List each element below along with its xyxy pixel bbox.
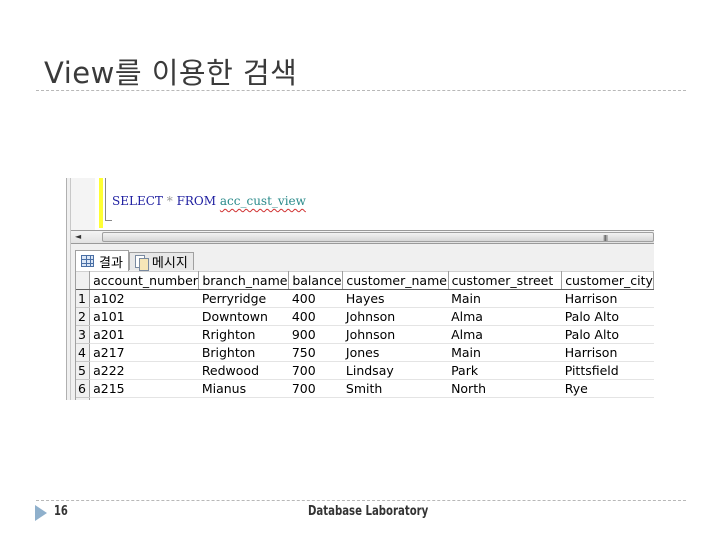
cell-balance[interactable]: 400 [288,289,343,308]
column-header-customer-name[interactable]: customer_name [342,271,449,290]
table-row[interactable]: 1 a102 Perryridge 400 Hayes Main Harrison [76,289,654,308]
row-number[interactable]: 6 [76,379,91,398]
table-header-row: account_number branch_name balance custo… [76,271,654,290]
cell-customer-street[interactable]: Alma [448,325,562,344]
query-window: SELECT * FROM acc_cust_view ◄ III 결과 메시지 [66,178,654,400]
results-grid[interactable]: account_number branch_name balance custo… [75,271,654,400]
results-tabs: 결과 메시지 [75,250,194,271]
table-row[interactable]: 6 a215 Mianus 700 Smith North Rye [76,379,654,398]
cell-customer-name[interactable]: Jones [342,343,449,362]
table-body: 1 a102 Perryridge 400 Hayes Main Harrison 2 a101… [76,289,654,400]
cell-customer-city[interactable]: Palo Alto [561,325,654,344]
outline-fold-line [105,178,112,221]
cell-customer-name[interactable]: Johnson [342,325,449,344]
footer-divider [36,500,686,501]
cell-balance[interactable]: 750 [288,343,343,362]
tab-results-label: 결과 [99,255,123,271]
table-row[interactable]: 7a305Round Hill350TurnerPutnamStamford [76,397,654,400]
tab-results[interactable]: 결과 [75,250,129,271]
cell-branch-name[interactable]: Redwood [198,361,289,380]
slide-title: View를 이용한 검색 [44,56,298,90]
sql-keyword-from: FROM [176,194,217,208]
footer-triangle-icon [35,505,47,521]
cell-branch-name[interactable]: Round Hill [198,397,289,400]
cell-customer-street[interactable]: North [448,379,562,398]
cell-balance[interactable]: 700 [288,361,343,380]
cell-customer-city[interactable]: Pittsfield [561,361,654,380]
change-marker [99,178,103,228]
cell-customer-city[interactable]: Harrison [561,289,654,308]
cell-customer-name[interactable]: Turner [342,397,449,400]
cell-customer-street[interactable]: Main [448,343,562,362]
cell-branch-name[interactable]: Rrighton [198,325,289,344]
title-divider [36,90,686,91]
table-row[interactable]: 3 a201 Rrighton 900 Johnson Alma Palo Alto [76,325,654,344]
row-number[interactable]: 1 [76,289,91,308]
cell-customer-street[interactable]: Park [448,361,562,380]
cell-branch-name[interactable]: Brighton [198,343,289,362]
cell-customer-street[interactable]: Putnam [448,397,562,400]
row-number[interactable]: 7 [76,397,91,400]
cell-customer-name[interactable]: Hayes [342,289,449,308]
cell-account-number[interactable]: a215 [89,379,199,398]
sql-editor[interactable]: SELECT * FROM acc_cust_view [71,178,654,230]
row-number[interactable]: 3 [76,325,91,344]
cell-account-number[interactable]: a101 [89,307,199,326]
messages-icon [134,254,149,271]
page-number: 16 [54,504,68,519]
grid-icon [81,255,94,267]
tab-messages[interactable]: 메시지 [128,252,194,271]
scroll-grip-icon: III [603,234,608,243]
editor-horizontal-scrollbar[interactable]: ◄ III [71,230,654,244]
cell-customer-name[interactable]: Smith [342,379,449,398]
row-number[interactable]: 5 [76,361,91,380]
cell-account-number[interactable]: a222 [89,361,199,380]
column-header-customer-city[interactable]: customer_city [561,271,654,290]
cell-branch-name[interactable]: Perryridge [198,289,289,308]
editor-gutter [71,178,95,230]
cell-customer-street[interactable]: Alma [448,307,562,326]
column-header-balance[interactable]: balance [288,271,344,290]
cell-balance[interactable]: 700 [288,379,343,398]
sql-keyword-select: SELECT [112,194,163,208]
footer-text: Database Laboratory [308,504,429,519]
column-header-account-number[interactable]: account_number [89,271,200,290]
sql-view-name: acc_cust_view [219,194,306,208]
scrollbar-thumb[interactable]: III [102,232,654,243]
row-number-header[interactable] [76,271,91,290]
cell-balance[interactable]: 400 [288,307,343,326]
table-row[interactable]: 5 a222 Redwood 700 Lindsay Park Pittsfield [76,361,654,380]
sql-statement[interactable]: SELECT * FROM acc_cust_view [112,194,306,208]
tab-messages-label: 메시지 [151,256,188,271]
cell-account-number[interactable]: a102 [89,289,199,308]
row-number[interactable]: 2 [76,307,91,326]
cell-branch-name[interactable]: Downtown [198,307,289,326]
cell-balance[interactable]: 350 [288,397,343,400]
table-row[interactable]: 4 a217 Brighton 750 Jones Main Harrison [76,343,654,362]
cell-customer-street[interactable]: Main [448,289,562,308]
column-header-branch-name[interactable]: branch_name [198,271,290,290]
cell-branch-name[interactable]: Mianus [198,379,289,398]
scroll-left-arrow-icon[interactable]: ◄ [75,232,81,241]
results-pane: 결과 메시지 account_number branch_name balanc… [71,244,654,400]
cell-customer-name[interactable]: Johnson [342,307,449,326]
cell-customer-name[interactable]: Lindsay [342,361,449,380]
cell-customer-city[interactable]: Stamford [561,397,654,400]
results-table: account_number branch_name balance custo… [76,271,654,400]
cell-account-number[interactable]: a217 [89,343,199,362]
cell-customer-city[interactable]: Palo Alto [561,307,654,326]
cell-balance[interactable]: 900 [288,325,343,344]
row-number[interactable]: 4 [76,343,91,362]
sql-star: * [166,194,173,208]
cell-customer-city[interactable]: Harrison [561,343,654,362]
column-header-customer-street[interactable]: customer_street [448,271,563,290]
cell-account-number[interactable]: a201 [89,325,199,344]
cell-account-number[interactable]: a305 [89,397,199,400]
table-row[interactable]: 2 a101 Downtown 400 Johnson Alma Palo Alto [76,307,654,326]
cell-customer-city[interactable]: Rye [561,379,654,398]
